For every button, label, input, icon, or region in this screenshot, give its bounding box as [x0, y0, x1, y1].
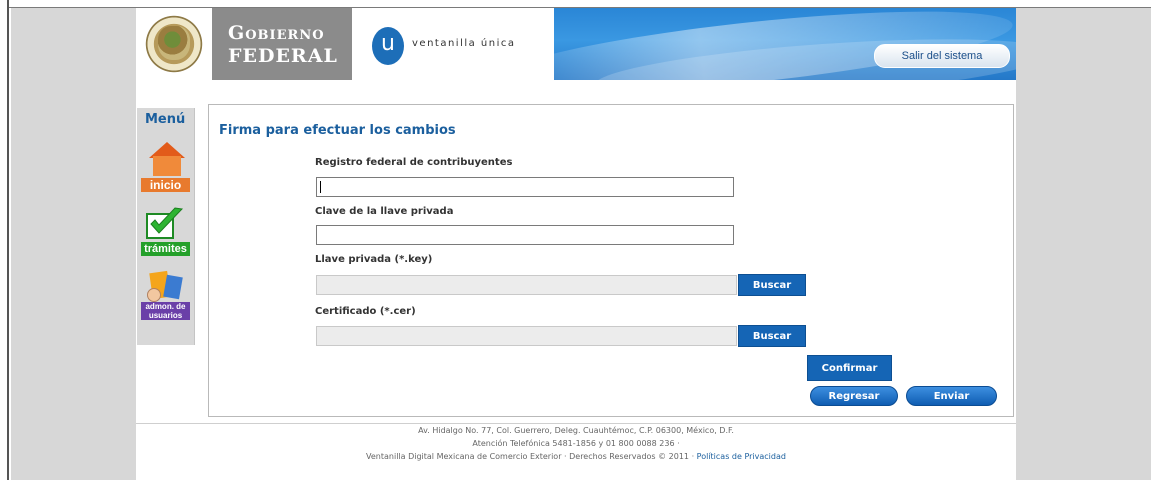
- buscar-cer-button[interactable]: Buscar: [738, 325, 806, 347]
- menu-title: Menú: [145, 112, 186, 127]
- menu-item-label: trámites: [141, 242, 190, 256]
- footer-copyright-text: Ventanilla Digital Mexicana de Comercio …: [366, 452, 697, 461]
- menu-item-label: admon. de usuarios: [141, 302, 190, 320]
- window-left-edge: [0, 0, 9, 480]
- vu-text: ventanilla única: [412, 38, 516, 49]
- menu-item-label-line2: usuarios: [148, 311, 183, 320]
- site-header: Gobierno FEDERAL u ventanilla única Sali…: [136, 8, 1016, 80]
- vu-circle-icon: u: [372, 27, 404, 65]
- form-title: Firma para efectuar los cambios: [219, 123, 456, 138]
- clave-label: Clave de la llave privada: [315, 206, 454, 217]
- menu-item-inicio[interactable]: inicio: [141, 140, 190, 192]
- menu-item-tramites[interactable]: trámites: [141, 204, 190, 256]
- footer-phone: Atención Telefónica 5481-1856 y 01 800 0…: [472, 439, 680, 448]
- menu-item-label: inicio: [141, 178, 190, 192]
- side-menu: Menú inicio trámites admon. de usuarios: [137, 108, 195, 345]
- checkmark-icon: [146, 207, 184, 239]
- certificado-file-field[interactable]: [316, 326, 737, 346]
- user-icon: [147, 288, 161, 302]
- gobierno-line1: Gobierno: [228, 22, 325, 44]
- window-top-edge: [9, 0, 1151, 8]
- clave-llave-privada-input[interactable]: [316, 225, 734, 245]
- mexican-seal-logo: [136, 8, 212, 80]
- house-icon: [153, 156, 181, 176]
- footer-copyright: Ventanilla Digital Mexicana de Comercio …: [136, 452, 1016, 461]
- logout-button[interactable]: Salir del sistema: [874, 44, 1010, 68]
- buscar-key-button[interactable]: Buscar: [738, 274, 806, 296]
- right-gutter: [1016, 8, 1151, 480]
- llave-privada-file-field[interactable]: [316, 275, 737, 295]
- left-gutter: [11, 8, 136, 480]
- certificado-label: Certificado (*.cer): [315, 306, 416, 317]
- regresar-button[interactable]: Regresar: [810, 386, 898, 406]
- page-container: Gobierno FEDERAL u ventanilla única Sali…: [136, 8, 1016, 480]
- eagle-emblem-icon: [158, 26, 190, 60]
- confirmar-button[interactable]: Confirmar: [807, 355, 892, 381]
- rfc-input[interactable]: [316, 177, 734, 197]
- privacy-policy-link[interactable]: Políticas de Privacidad: [697, 452, 786, 461]
- rfc-label: Registro federal de contribuyentes: [315, 157, 513, 168]
- llave-privada-label: Llave privada (*.key): [315, 254, 433, 265]
- gobierno-federal-logo: Gobierno FEDERAL: [212, 8, 352, 80]
- gobierno-line2: FEDERAL: [228, 45, 338, 67]
- menu-item-label-line1: admon. de: [145, 302, 186, 311]
- footer-divider: [136, 423, 1016, 424]
- text-caret: [320, 181, 321, 193]
- signature-form-panel: Firma para efectuar los cambios Registro…: [208, 104, 1014, 417]
- enviar-button[interactable]: Enviar: [906, 386, 997, 406]
- document-icon: [163, 274, 183, 300]
- footer-address: Av. Hidalgo No. 77, Col. Guerrero, Deleg…: [418, 426, 734, 435]
- menu-item-admon-usuarios[interactable]: admon. de usuarios: [141, 268, 190, 320]
- ventanilla-unica-logo: u ventanilla única: [352, 8, 554, 80]
